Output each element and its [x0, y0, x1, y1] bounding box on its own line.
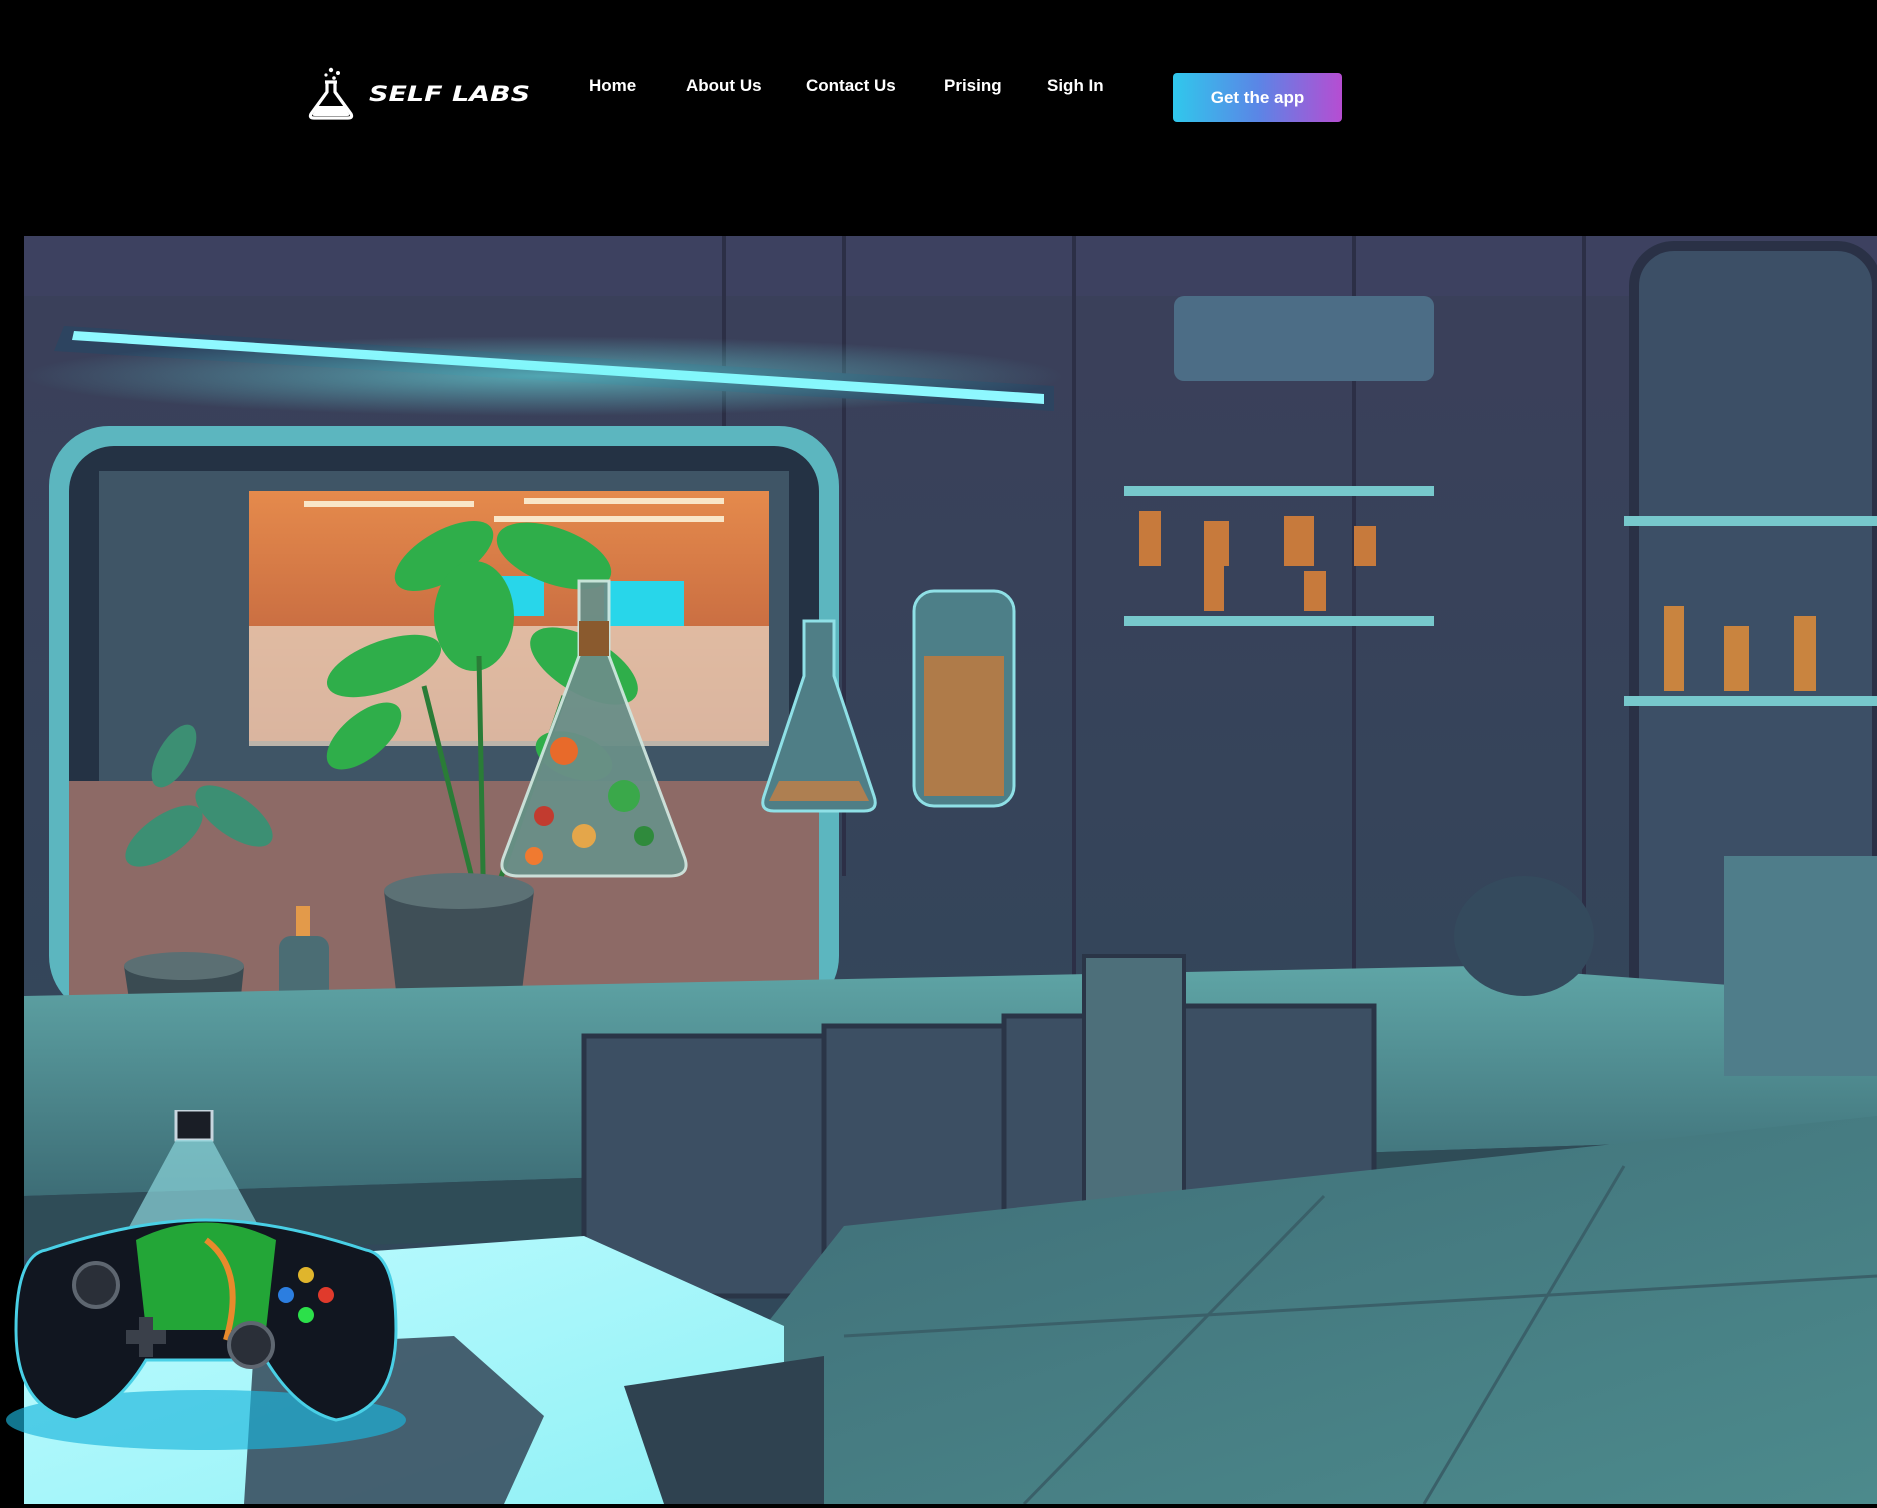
nav-item-home[interactable]: Home — [589, 76, 636, 96]
get-the-app-button[interactable]: Get the app — [1173, 73, 1342, 122]
nav-item-about-us[interactable]: About Us — [686, 76, 762, 96]
nav-item-sign-in[interactable]: Sigh In — [1047, 76, 1104, 96]
brand-name: SELF LABS — [369, 81, 531, 107]
gamepad-flask-illustration — [0, 1110, 436, 1460]
nav-item-pricing[interactable]: Prising — [944, 76, 1002, 96]
gamepad-icon — [6, 1110, 406, 1450]
flask-icon — [308, 67, 354, 120]
brand-logo[interactable]: SELF LABS — [306, 66, 530, 120]
page-bottom-edge — [0, 1504, 1877, 1508]
nav-item-contact-us[interactable]: Contact Us — [806, 76, 896, 96]
site-header: SELF LABS Home About Us Contact Us Prisi… — [0, 0, 1877, 235]
